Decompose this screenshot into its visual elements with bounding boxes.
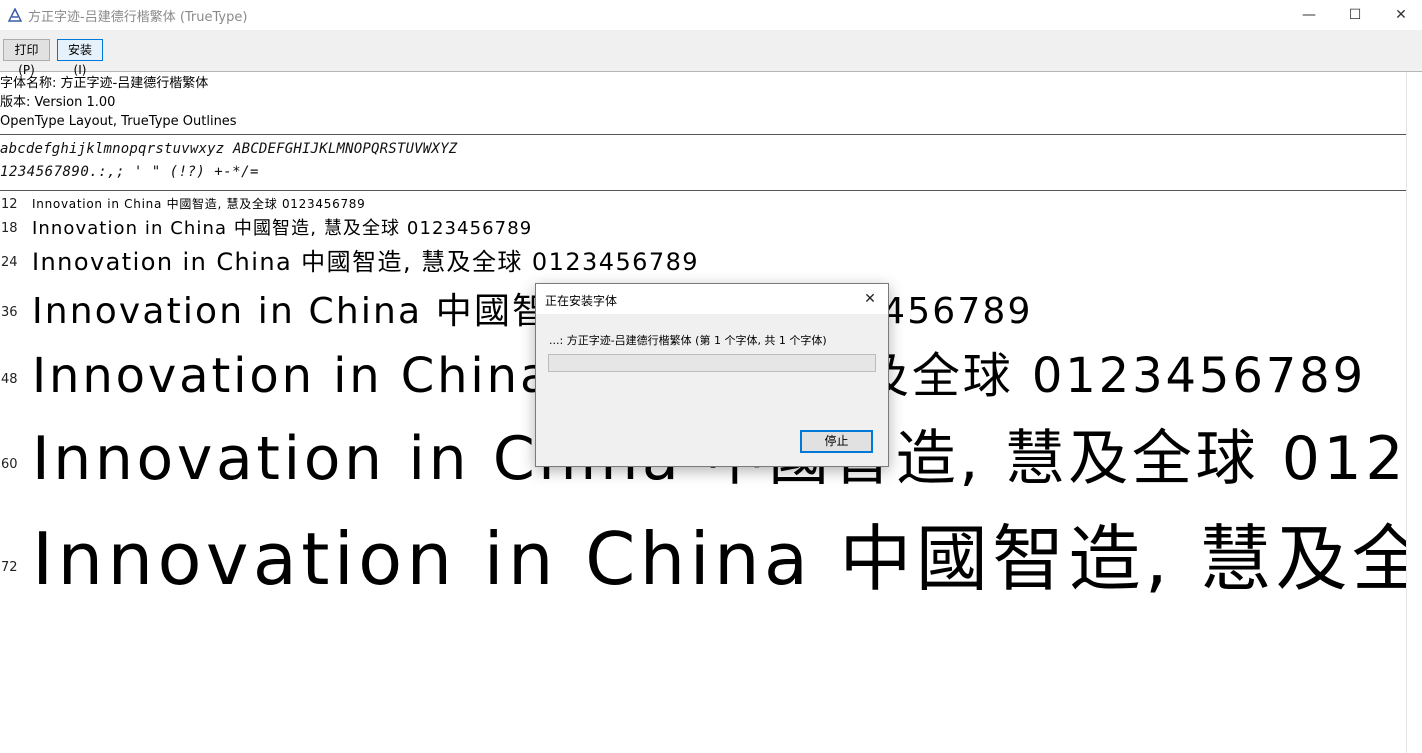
install-status-message: ...: 方正字迹-吕建德行楷繁体 (第 1 个字体, 共 1 个字体) [549,334,827,347]
minimize-button[interactable]: — [1286,0,1332,30]
sample-text-18: Innovation in China 中國智造, 慧及全球 012345678… [32,218,533,239]
maximize-button[interactable]: ☐ [1332,0,1378,30]
size-label-12: 12 [1,197,18,212]
dialog-close-button[interactable]: ✕ [856,288,884,310]
font-name-line: 字体名称: 方正字迹-吕建德行楷繁体 [0,76,209,91]
character-set-digits-symbols: 1234567890.:,; ' " (!?) +-*/= [0,164,259,180]
sample-text-24: Innovation in China 中國智造, 慧及全球 012345678… [32,248,700,276]
size-label-72: 72 [1,560,18,575]
close-icon: ✕ [1395,7,1407,23]
font-version-line: 版本: Version 1.00 [0,95,116,110]
print-button[interactable]: 打印(P) [3,39,50,77]
size-label-24: 24 [1,255,18,270]
size-label-60: 60 [1,457,18,472]
sample-text-12: Innovation in China 中國智造, 慧及全球 012345678… [32,197,366,211]
install-font-dialog: 正在安装字体 ✕ ...: 方正字迹-吕建德行楷繁体 (第 1 个字体, 共 1… [535,283,889,467]
install-button[interactable]: 安装(I) [57,39,103,77]
sample-text-72: Innovation in China 中國智造, 慧及全球 012345678… [32,517,1406,601]
window-title: 方正字迹-吕建德行楷繁体 (TrueType) [28,10,248,25]
size-label-18: 18 [1,221,18,236]
title-bar: 方正字迹-吕建德行楷繁体 (TrueType) — ☐ ✕ [0,0,1422,30]
character-set-letters: abcdefghijklmnopqrstuvwxyz ABCDEFGHIJKLM… [0,141,458,157]
close-button[interactable]: ✕ [1378,0,1422,30]
close-icon: ✕ [864,291,876,307]
font-info: 字体名称: 方正字迹-吕建德行楷繁体 版本: Version 1.00 Open… [0,74,237,131]
maximize-icon: ☐ [1348,7,1362,23]
toolbar: 打印(P) 安装(I) [0,30,1422,77]
install-progress-bar [548,354,876,372]
font-viewer-window: 方正字迹-吕建德行楷繁体 (TrueType) — ☐ ✕ 打印(P) 安装(I… [0,0,1422,753]
font-app-icon [7,7,23,22]
size-label-36: 36 [1,305,18,320]
size-label-48: 48 [1,372,18,387]
divider [0,134,1406,135]
font-type-line: OpenType Layout, TrueType Outlines [0,114,237,129]
dialog-title-bar: 正在安装字体 ✕ [536,284,888,314]
dialog-title: 正在安装字体 [545,294,618,308]
vertical-scrollbar[interactable] [1406,72,1422,753]
minimize-icon: — [1302,7,1316,23]
stop-button[interactable]: 停止 [800,430,873,453]
